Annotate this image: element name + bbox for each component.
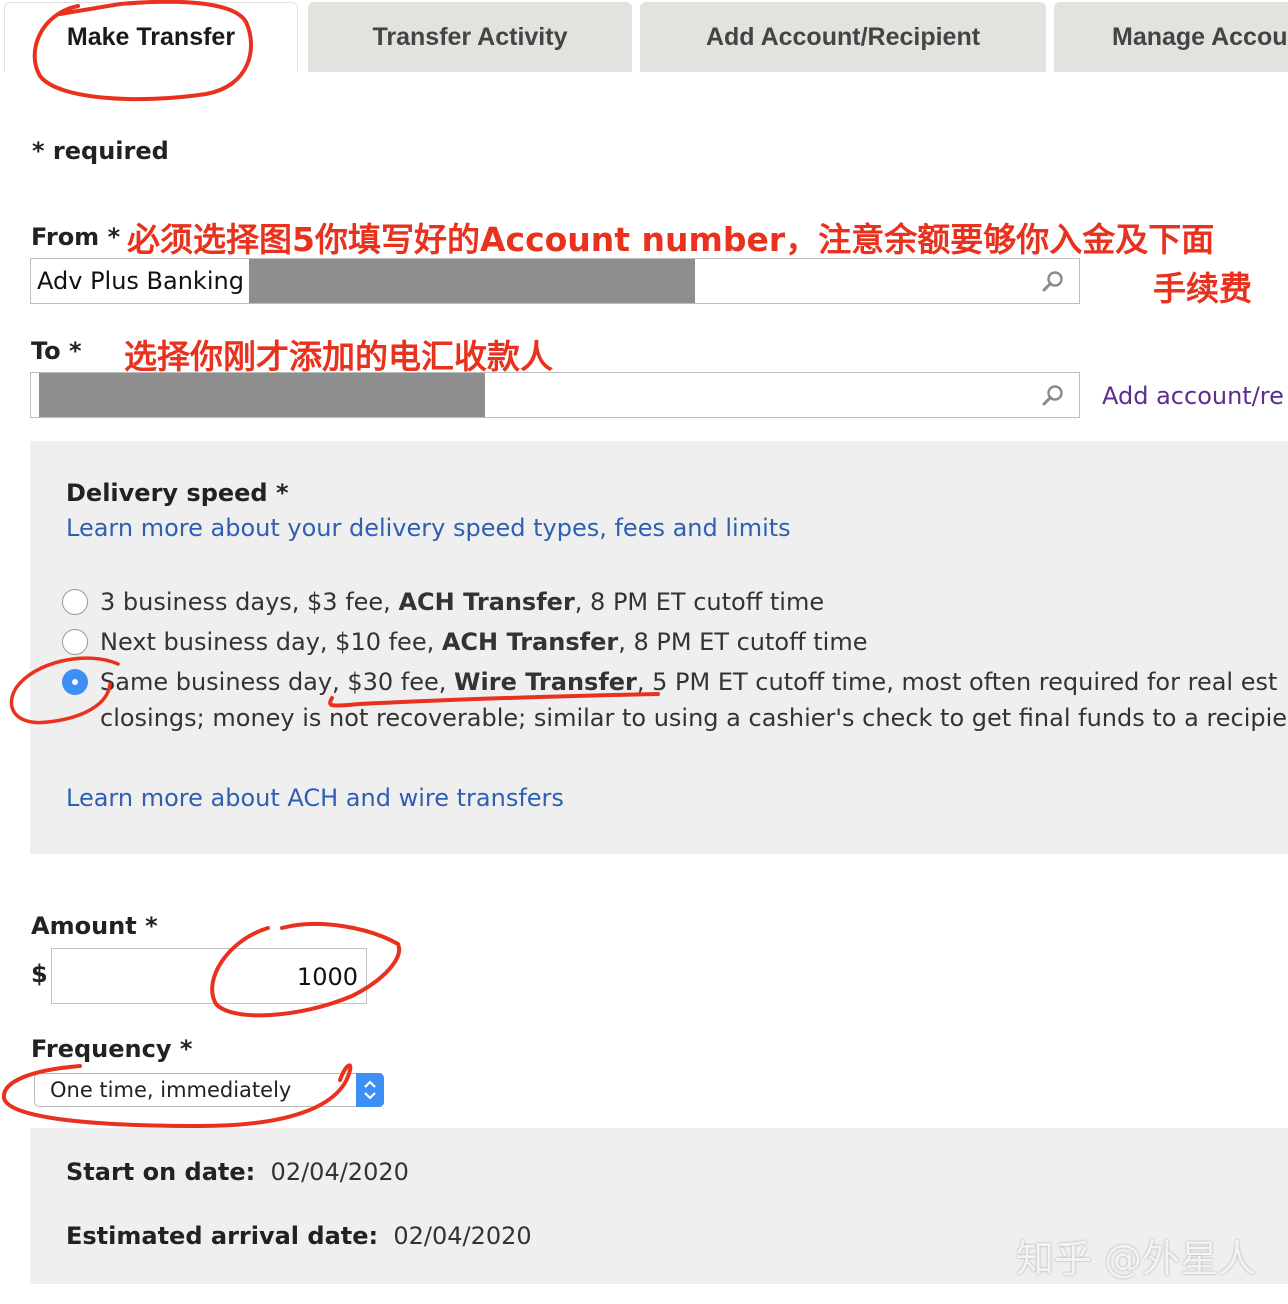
- tab-add-account-recipient[interactable]: Add Account/Recipient: [640, 2, 1046, 72]
- radio-same-business-day[interactable]: [62, 669, 88, 695]
- option-same-business-day-details: closings; money is not recoverable; simi…: [100, 704, 1288, 732]
- from-label-text: From: [31, 223, 100, 251]
- from-label: From *: [31, 223, 120, 251]
- tab-transfer-activity[interactable]: Transfer Activity: [308, 2, 632, 72]
- option-cutoff: , 8 PM ET cutoff time: [574, 588, 825, 616]
- search-icon[interactable]: [1041, 270, 1065, 294]
- option-text: 3 business days, $3 fee,: [100, 588, 399, 616]
- frequency-selected-value: One time, immediately: [50, 1078, 292, 1102]
- option-text: Same business day, $30 fee,: [100, 668, 455, 696]
- option-3-business-days[interactable]: 3 business days, $3 fee, ACH Transfer, 8…: [100, 588, 824, 616]
- redacted-recipient: [39, 373, 485, 417]
- from-annotation: 必须选择图5你填写好的Account number，注意余额要够你入金及下面: [127, 220, 1215, 259]
- option-cutoff: , 5 PM ET cutoff time, most often requir…: [636, 668, 1278, 696]
- tab-manage-accounts[interactable]: Manage Accou: [1054, 2, 1288, 72]
- to-label: To *: [31, 337, 82, 365]
- frequency-select[interactable]: One time, immediately: [34, 1073, 384, 1107]
- delivery-speed-learn-link[interactable]: Learn more about your delivery speed typ…: [66, 514, 791, 542]
- option-same-business-day[interactable]: Same business day, $30 fee, Wire Transfe…: [100, 668, 1277, 696]
- from-account-field[interactable]: Adv Plus Banking: [30, 258, 1080, 304]
- to-required-asterisk: *: [69, 337, 82, 365]
- arrival-date-value: 02/04/2020: [393, 1222, 532, 1250]
- arrival-date-label: Estimated arrival date:: [66, 1222, 379, 1250]
- frequency-label: Frequency *: [31, 1035, 193, 1063]
- tab-make-transfer[interactable]: Make Transfer: [4, 2, 298, 72]
- required-note: * required: [32, 137, 169, 165]
- from-account-value: Adv Plus Banking: [37, 267, 244, 295]
- to-recipient-field[interactable]: 1: [30, 372, 1080, 418]
- to-annotation: 选择你刚才添加的电汇收款人: [124, 337, 553, 376]
- currency-symbol: $: [31, 960, 48, 988]
- amount-value: 1000: [296, 963, 358, 991]
- option-type: ACH Transfer: [398, 588, 575, 616]
- option-type: Wire Transfer: [454, 668, 637, 696]
- option-type: ACH Transfer: [441, 628, 619, 656]
- option-cutoff: , 8 PM ET cutoff time: [618, 628, 868, 656]
- start-date-label: Start on date:: [66, 1158, 256, 1186]
- amount-label: Amount *: [31, 912, 158, 940]
- radio-3-business-days[interactable]: [62, 589, 88, 615]
- from-annotation-continued: 手续费: [1153, 269, 1252, 308]
- redacted-account-number: [249, 259, 695, 303]
- arrival-date: Estimated arrival date: 02/04/2020: [66, 1222, 532, 1250]
- search-icon[interactable]: [1041, 384, 1065, 408]
- radio-next-business-day[interactable]: [62, 629, 88, 655]
- start-date: Start on date: 02/04/2020: [66, 1158, 409, 1186]
- watermark: 知乎 @外星人: [1016, 1237, 1257, 1281]
- from-required-asterisk: *: [107, 223, 121, 251]
- amount-input[interactable]: 1000: [51, 948, 367, 1004]
- to-label-text: To: [31, 337, 61, 365]
- start-date-value: 02/04/2020: [270, 1158, 409, 1186]
- option-text: Next business day, $10 fee,: [100, 628, 442, 656]
- select-arrows-icon: [356, 1073, 384, 1107]
- add-account-link[interactable]: Add account/re: [1102, 382, 1284, 410]
- delivery-speed-title: Delivery speed *: [66, 479, 289, 507]
- option-next-business-day[interactable]: Next business day, $10 fee, ACH Transfer…: [100, 628, 868, 656]
- ach-wire-learn-link[interactable]: Learn more about ACH and wire transfers: [66, 784, 564, 812]
